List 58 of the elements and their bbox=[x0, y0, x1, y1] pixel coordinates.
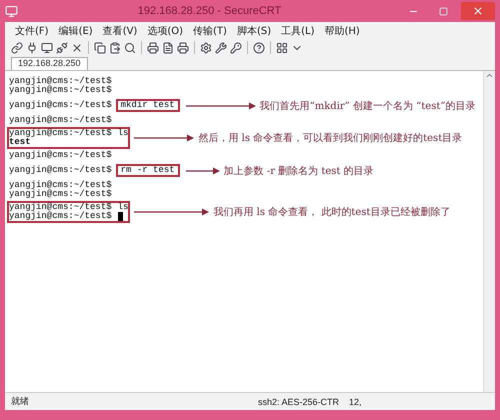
arrow bbox=[134, 134, 194, 142]
close-icon[interactable] bbox=[71, 42, 83, 54]
annotation-text: 然后，用 ls 命令查看，可以看到我们刚刚创建好的test目录 bbox=[198, 132, 462, 145]
monitor-icon[interactable] bbox=[41, 42, 53, 54]
grid-icon[interactable] bbox=[276, 42, 288, 54]
close-icon bbox=[472, 5, 484, 17]
prompt-text: yangjin@cms:~/test$ bbox=[9, 129, 112, 138]
printer-icon[interactable] bbox=[177, 42, 189, 54]
link-icon[interactable] bbox=[11, 42, 23, 54]
prompt-text: yangjin@cms:~/test$ bbox=[9, 101, 112, 110]
scrollbar[interactable] bbox=[483, 71, 495, 392]
paste-icon[interactable] bbox=[109, 42, 121, 54]
key-icon[interactable] bbox=[230, 42, 242, 54]
command-text: ls bbox=[118, 203, 128, 212]
status-text: 12, bbox=[349, 396, 363, 406]
document-icon[interactable] bbox=[162, 42, 174, 54]
prompt-text: yangjin@cms:~/test$ bbox=[9, 86, 112, 95]
settings-icon[interactable] bbox=[200, 42, 212, 54]
plug-icon[interactable] bbox=[26, 42, 38, 54]
prompt-text: yangjin@cms:~/test$ bbox=[9, 212, 112, 221]
menu-item[interactable]: 脚本(S) bbox=[232, 24, 276, 38]
annotation-text: 加上参数 -r 删除名为 test 的目录 bbox=[224, 164, 374, 178]
menu-item[interactable]: 工具(L) bbox=[277, 24, 318, 38]
help-icon[interactable] bbox=[253, 42, 265, 54]
unplug-icon[interactable] bbox=[56, 42, 68, 54]
maximize-icon bbox=[438, 6, 448, 16]
session-tab[interactable]: 192.168.28.250 bbox=[11, 57, 88, 70]
window-title: 192.168.28.250 - SecureCRT bbox=[136, 5, 282, 17]
copy-icon[interactable] bbox=[94, 42, 106, 54]
annotation-text: 我们首先用“mkdir” 创建一个名为 “test”的目录 bbox=[260, 100, 476, 112]
menu-item[interactable]: 查看(V) bbox=[98, 24, 142, 38]
annotation-text: 我们再用 ls 命令查看， 此时的test目录已经被删除了 bbox=[213, 206, 450, 219]
cipher-text: ssh2: AES-256-CTR bbox=[258, 396, 339, 406]
menu-item[interactable]: 编辑(E) bbox=[54, 24, 97, 38]
menu-item[interactable]: 传输(T) bbox=[189, 24, 231, 38]
status-text: 就绪 bbox=[11, 395, 30, 408]
printer-icon[interactable] bbox=[147, 42, 159, 54]
prompt-text: yangjin@cms:~/test$ bbox=[9, 166, 112, 175]
close-button[interactable] bbox=[461, 2, 495, 20]
arrow bbox=[186, 166, 220, 174]
prompt-text: yangjin@cms:~/test$ bbox=[9, 116, 112, 125]
prompt-text: yangjin@cms:~/test$ bbox=[9, 181, 112, 190]
arrow bbox=[186, 102, 256, 110]
search-icon[interactable] bbox=[124, 42, 136, 54]
prompt-text: yangjin@cms:~/test$ bbox=[9, 151, 112, 160]
menu-item[interactable]: 文件(F) bbox=[11, 24, 53, 38]
wrench-icon[interactable] bbox=[215, 42, 227, 54]
prompt-text: yangjin@cms:~/test$ bbox=[9, 190, 112, 199]
command-text: ls bbox=[118, 129, 128, 138]
prompt-text: yangjin@cms:~/test$ bbox=[9, 203, 112, 212]
menu-item[interactable]: 选项(O) bbox=[143, 24, 188, 38]
menu-item[interactable]: 帮助(H) bbox=[320, 24, 364, 38]
command-text: mkdir test bbox=[116, 99, 180, 112]
command-text: rm -r test bbox=[116, 164, 180, 177]
app-icon bbox=[5, 4, 18, 18]
scroll-up-icon[interactable] bbox=[485, 71, 494, 80]
output-text: test bbox=[9, 138, 31, 147]
prompt-text: yangjin@cms:~/test$ bbox=[9, 77, 112, 86]
